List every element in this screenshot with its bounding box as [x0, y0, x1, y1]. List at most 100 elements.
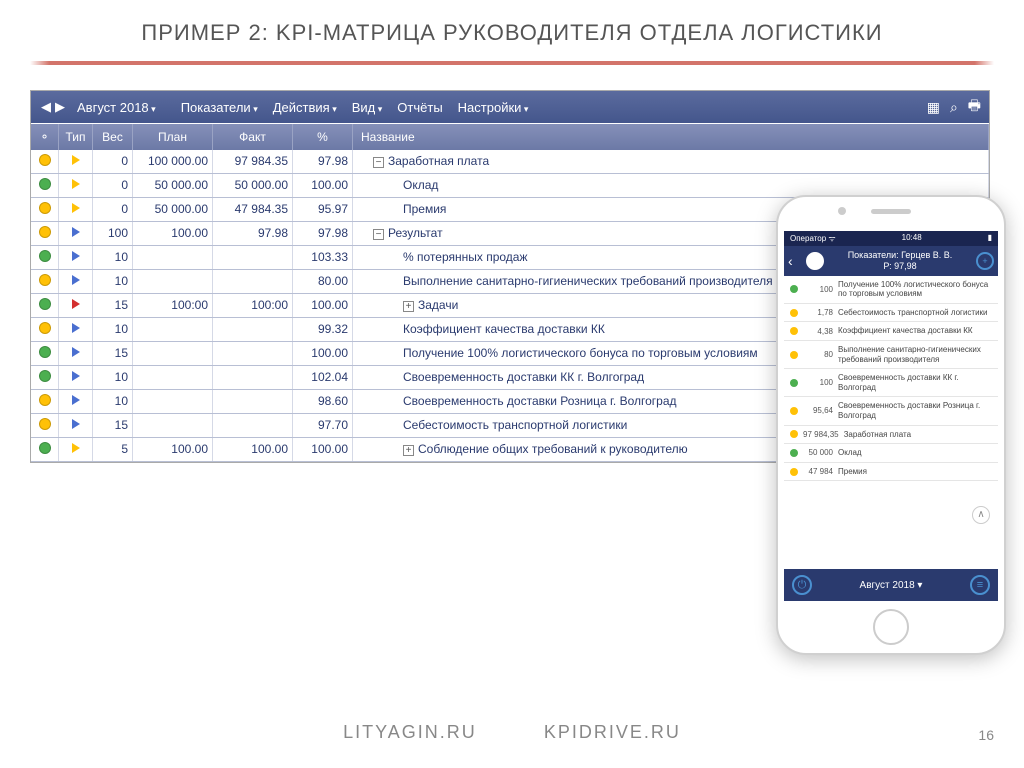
- phone-period[interactable]: Август 2018 ▾: [860, 580, 923, 591]
- grid-icon[interactable]: ▦: [927, 99, 940, 116]
- expand-icon[interactable]: +: [403, 445, 414, 456]
- item-name: Оклад: [838, 448, 992, 458]
- cell-weight: 10: [93, 390, 133, 413]
- type-icon: [72, 299, 80, 309]
- avatar[interactable]: [806, 252, 824, 270]
- footer: LITYAGIN.RU KPIDRIVE.RU: [0, 722, 1024, 743]
- cell-weight: 0: [93, 150, 133, 173]
- cell-pct: 100.00: [293, 294, 353, 317]
- phone-list-item[interactable]: 50 000 Оклад: [784, 444, 998, 463]
- cell-pct: 97.98: [293, 222, 353, 245]
- cell-name[interactable]: −Заработная плата: [353, 150, 989, 173]
- expand-icon[interactable]: −: [373, 157, 384, 168]
- phone-list-item[interactable]: 100Своевременность доставки КК г. Волгог…: [784, 369, 998, 397]
- cell-weight: 5: [93, 438, 133, 461]
- status-dot: [39, 226, 51, 238]
- item-value: 80: [803, 350, 833, 359]
- cell-weight: 10: [93, 318, 133, 341]
- cell-plan: 50 000.00: [133, 174, 213, 197]
- table-row[interactable]: 0100 000.0097 984.3597.98−Заработная пла…: [31, 150, 989, 174]
- site-2: KPIDRIVE.RU: [544, 722, 681, 742]
- scroll-up-button[interactable]: ∧: [972, 506, 990, 524]
- status-dot: [39, 154, 51, 166]
- status-dot: [790, 407, 798, 415]
- col-light: ⚬: [31, 124, 59, 150]
- phone-list-item[interactable]: 4,38Коэффициент качества доставки КК: [784, 322, 998, 341]
- status-dot: [39, 322, 51, 334]
- menu-view[interactable]: Вид: [352, 100, 383, 115]
- cell-weight: 0: [93, 174, 133, 197]
- home-button[interactable]: [873, 609, 909, 645]
- phone-power-button[interactable]: ⏻: [792, 575, 812, 595]
- period-selector[interactable]: Август 2018: [77, 100, 156, 115]
- cell-fact: [213, 390, 293, 413]
- add-button[interactable]: +: [976, 252, 994, 270]
- cell-pct: 97.98: [293, 150, 353, 173]
- item-value: 95,64: [803, 406, 833, 415]
- cell-weight: 15: [93, 294, 133, 317]
- phone-footer: ⏻ Август 2018 ▾ ≡: [784, 569, 998, 601]
- cell-weight: 100: [93, 222, 133, 245]
- cell-plan: 100:00: [133, 294, 213, 317]
- item-value: 50 000: [803, 448, 833, 457]
- type-icon: [72, 419, 80, 429]
- type-icon: [72, 179, 80, 189]
- menu-indicators[interactable]: Показатели: [181, 100, 258, 115]
- phone-list-item[interactable]: 1,78Себестоимость транспортной логистики: [784, 304, 998, 323]
- item-name: Заработная плата: [844, 430, 992, 440]
- menu-reports[interactable]: Отчёты: [397, 100, 442, 115]
- item-name: Выполнение санитарно-гигиенических требо…: [838, 345, 992, 364]
- operator-label: Оператор ᯤ: [790, 233, 836, 244]
- item-value: 100: [803, 378, 833, 387]
- type-icon: [72, 347, 80, 357]
- col-fact: Факт: [213, 124, 293, 150]
- item-value: 4,38: [803, 327, 833, 336]
- cell-weight: 15: [93, 342, 133, 365]
- type-icon: [72, 323, 80, 333]
- status-dot: [39, 394, 51, 406]
- cell-fact: [213, 318, 293, 341]
- phone-list-item[interactable]: 95,64 Своевременность доставки Розница г.…: [784, 397, 998, 425]
- expand-icon[interactable]: +: [403, 301, 414, 312]
- print-icon[interactable]: 🖶: [968, 95, 981, 119]
- cell-plan: [133, 246, 213, 269]
- phone-screen: Оператор ᯤ 10:48 ▮ ‹ Показатели: Герцев …: [784, 231, 998, 601]
- phone-menu-button[interactable]: ≡: [970, 575, 990, 595]
- search-icon[interactable]: ⌕: [950, 99, 958, 116]
- back-button[interactable]: ‹: [788, 253, 806, 269]
- toolbar: ◀ ▶ Август 2018 Показатели Действия Вид …: [31, 91, 989, 123]
- status-dot: [39, 178, 51, 190]
- status-dot: [39, 202, 51, 214]
- type-icon: [72, 227, 80, 237]
- phone-list-item[interactable]: 80 Выполнение санитарно-гигиенических тре…: [784, 341, 998, 369]
- menu-settings[interactable]: Настройки: [458, 100, 529, 115]
- item-value: 100: [803, 285, 833, 294]
- cell-fact: [213, 270, 293, 293]
- cell-weight: 15: [93, 414, 133, 437]
- status-dot: [39, 442, 51, 454]
- type-icon: [72, 203, 80, 213]
- cell-pct: 95.97: [293, 198, 353, 221]
- item-name: Своевременность доставки Розница г. Волг…: [838, 401, 992, 420]
- phone-list-item[interactable]: 97 984,35Заработная плата: [784, 426, 998, 445]
- status-dot: [790, 468, 798, 476]
- cell-plan: [133, 318, 213, 341]
- site-1: LITYAGIN.RU: [343, 722, 477, 742]
- menu-actions[interactable]: Действия: [273, 100, 337, 115]
- cell-plan: 50 000.00: [133, 198, 213, 221]
- prev-button[interactable]: ◀: [39, 99, 53, 115]
- expand-icon[interactable]: −: [373, 229, 384, 240]
- cell-fact: 50 000.00: [213, 174, 293, 197]
- phone-list-item[interactable]: 47 984Премия: [784, 463, 998, 482]
- phone-statusbar: Оператор ᯤ 10:48 ▮: [784, 231, 998, 246]
- next-button[interactable]: ▶: [53, 99, 67, 115]
- phone-list-item[interactable]: 100Получение 100% логистического бонуса …: [784, 276, 998, 304]
- cell-pct: 98.60: [293, 390, 353, 413]
- cell-weight: 10: [93, 270, 133, 293]
- phone-header: ‹ Показатели: Герцев В. В.Р: 97,98 +: [784, 246, 998, 276]
- cell-name[interactable]: Оклад: [353, 174, 989, 197]
- cell-plan: 100 000.00: [133, 150, 213, 173]
- status-dot: [39, 370, 51, 382]
- cell-weight: 0: [93, 198, 133, 221]
- status-dot: [790, 430, 798, 438]
